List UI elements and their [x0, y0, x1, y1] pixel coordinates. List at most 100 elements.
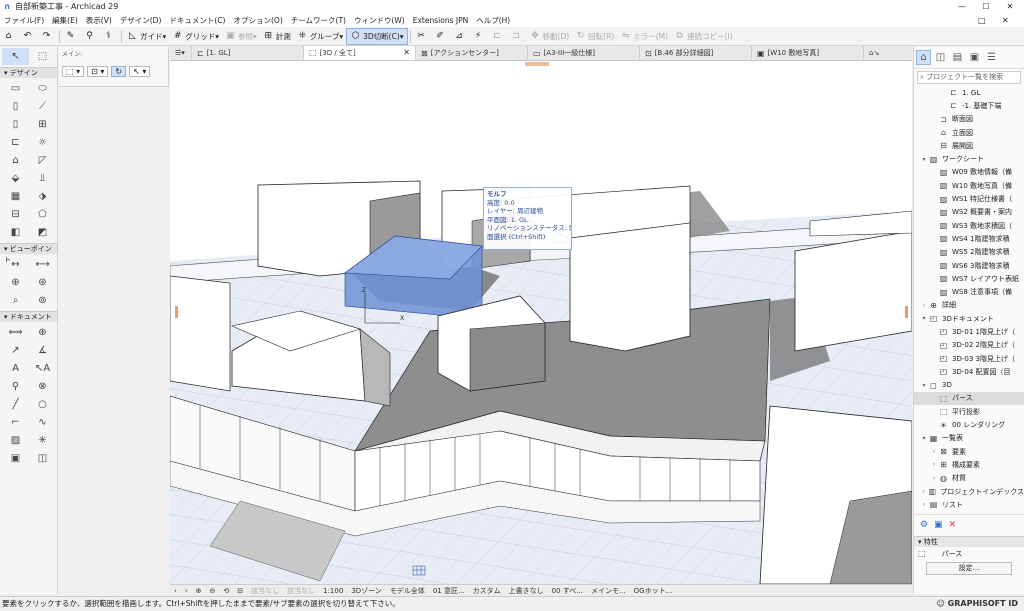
menu-view[interactable]: 表示(V) — [82, 15, 116, 26]
redo-button[interactable]: ↷ — [38, 28, 57, 45]
figure-tool[interactable]: ▣ — [2, 450, 29, 467]
fill-tool[interactable]: ▨ — [2, 432, 29, 449]
reference-button[interactable]: ▣ 参照 ▾ — [222, 28, 260, 45]
tree-item[interactable]: ☀ 00 レンダリング — [914, 418, 1024, 431]
tree-item[interactable]: ▨ WS3 敷地求積図（ — [914, 219, 1024, 232]
zoom-previous-icon[interactable]: ⊟ — [233, 587, 247, 595]
expand-arrow-icon[interactable]: ▾ — [920, 315, 928, 322]
skylight-tool[interactable]: ◩ — [29, 224, 56, 241]
pick-up-button[interactable]: ✎ — [62, 28, 81, 45]
stair-tool[interactable]: ⊏ — [2, 134, 29, 151]
marquee-tool[interactable]: ⬚ — [29, 48, 56, 65]
tree-item[interactable]: ⊐ 断面図 — [914, 113, 1024, 126]
tree-item[interactable]: ▨ W09 敷地情報（備 — [914, 166, 1024, 179]
shell-tool[interactable]: ◸ — [29, 152, 56, 169]
mirror-button[interactable]: ⇋ ミラー(M) — [617, 28, 671, 45]
offset-button[interactable]: ⊿ — [451, 28, 470, 45]
scale-dropdown[interactable]: 1:100 — [319, 587, 347, 595]
3d-viewport[interactable]: Z X モルフ 高度: 0.0 レイヤー: 周辺建物 平面図: 1. GL リノ… — [170, 61, 912, 584]
expand-arrow-icon[interactable]: ▾ — [920, 435, 928, 442]
settings-gear-icon[interactable]: ⚙ — [920, 520, 928, 530]
viewpoint-section-header[interactable]: ▾ ビューポイント — [0, 243, 57, 264]
tree-item[interactable]: ▨ WS1 特記仕様書（ — [914, 192, 1024, 205]
tree-item[interactable]: › ◍ 材質 — [914, 472, 1024, 485]
tree-item[interactable]: ▨ WS2 概要書・案内 — [914, 206, 1024, 219]
menu-window[interactable]: ウィンドウ(W) — [350, 15, 409, 26]
pointer-dropdown[interactable]: ↖ ▾ — [129, 66, 151, 77]
tree-item[interactable]: ▾ ▨ ワークシート — [914, 152, 1024, 165]
section-tool[interactable]: ↔ — [2, 256, 29, 273]
properties-header[interactable]: ▾ 特性 — [914, 535, 1024, 547]
tab-3d[interactable]: ⬚ [3D / 全て] ✕ — [304, 46, 416, 60]
restore-icon[interactable]: □ — [974, 16, 990, 25]
tab-detail[interactable]: ⊡ [B.46 部分詳細図] — [640, 46, 752, 60]
tree-item[interactable]: ◰ 3D-03 3階見上げ（ — [914, 352, 1024, 365]
zone-dropdown[interactable]: 3Dゾーン — [347, 586, 386, 596]
graphisoft-id-button[interactable]: ☺ GRAPHISOFT ID — [937, 597, 1018, 611]
tree-item[interactable]: › ▤ リスト — [914, 498, 1024, 511]
view-map-button[interactable]: ◫ — [933, 50, 948, 65]
tree-item[interactable]: ▾ ▦ 一覧表 — [914, 432, 1024, 445]
expand-arrow-icon[interactable]: › — [920, 501, 928, 508]
tree-item[interactable]: ▨ WS4 1階建物求積 — [914, 232, 1024, 245]
curtainwall-tool[interactable]: ▦ — [2, 188, 29, 205]
arrow-tool[interactable]: ↖ — [2, 48, 29, 65]
worksheet-tool[interactable]: ⊛ — [29, 274, 56, 291]
structure-display-dropdown[interactable]: メインモ... — [587, 586, 630, 596]
grid-element-tool[interactable]: ⊗ — [29, 378, 56, 395]
top-edge-handle[interactable] — [525, 62, 549, 66]
tab-overflow[interactable]: ⌂↘ — [864, 46, 902, 60]
expand-arrow-icon[interactable]: › — [930, 461, 938, 468]
menu-file[interactable]: ファイル(F) — [0, 15, 48, 26]
lamp-tool[interactable]: ☼ — [29, 134, 56, 151]
level-dimension-tool[interactable]: ⊕ — [29, 324, 56, 341]
label-tool[interactable]: ↖A — [29, 360, 56, 377]
inject-button[interactable]: ⚕ — [100, 28, 119, 45]
navigator-menu-button[interactable]: ☰ — [984, 50, 999, 65]
change-tool[interactable]: ⊚ — [29, 292, 56, 309]
intersect-button[interactable]: ⊐ — [508, 28, 527, 45]
group-button[interactable]: ⁜ グループ ▾ — [294, 28, 346, 45]
tab-layout[interactable]: ▭ [A3-III一級仕様] — [528, 46, 640, 60]
marquee-mode-dropdown[interactable]: ⊡ ▾ — [87, 66, 109, 77]
menu-edit[interactable]: 編集(E) — [48, 15, 82, 26]
close-button[interactable]: ✕ — [998, 0, 1022, 13]
tree-item[interactable]: ⌂ 立面図 — [914, 126, 1024, 139]
design-section-header[interactable]: ▾ デザイン — [0, 67, 57, 78]
trim-button[interactable]: ✂ — [413, 28, 432, 45]
right-edge-handle[interactable] — [905, 306, 908, 318]
override-dropdown[interactable]: 上書きなし — [505, 586, 548, 596]
menu-teamwork[interactable]: チームワーク(T) — [287, 15, 350, 26]
nav-left-icon[interactable]: ‹ — [170, 587, 181, 595]
adjust-button[interactable]: ⊏ — [489, 28, 508, 45]
opening-tool[interactable]: ◧ — [2, 224, 29, 241]
door-tool[interactable]: ▯ — [2, 116, 29, 133]
menu-extensions[interactable]: Extensions JPN — [409, 16, 472, 25]
tree-item[interactable]: ▨ WS5 2階建物求積 — [914, 246, 1024, 259]
undo-button[interactable]: ↶ — [19, 28, 38, 45]
tree-item[interactable]: ⊏ -1. 基礎下端 — [914, 99, 1024, 112]
publisher-button[interactable]: ▣ — [967, 50, 982, 65]
text-tool[interactable]: A — [2, 360, 29, 377]
layer-combination-dropdown[interactable]: 00 すべ... — [548, 586, 587, 596]
tree-item[interactable]: ▨ WS8 注意事項（備 — [914, 285, 1024, 298]
tree-item[interactable]: › ▥ プロジェクトインデックス — [914, 485, 1024, 498]
document-section-header[interactable]: ▾ ドキュメント — [0, 311, 57, 322]
3d-model-canvas[interactable]: Z X — [170, 61, 912, 584]
object-tool[interactable]: ⬗ — [29, 188, 56, 205]
tree-item[interactable]: › ⊕ 詳細 — [914, 299, 1024, 312]
renovation-dropdown[interactable]: 01 意匠... — [429, 586, 469, 596]
zoom-in-icon[interactable]: ⊕ — [192, 587, 206, 595]
move-button[interactable]: ✥ 移動(D) — [527, 28, 573, 45]
maximize-button[interactable]: ☐ — [974, 0, 998, 13]
spline-tool[interactable]: ∿ — [29, 414, 56, 431]
menu-design[interactable]: デザイン(D) — [116, 15, 166, 26]
detail-tool[interactable]: ⌕ — [2, 292, 29, 309]
polyline-tool[interactable]: ⌐ — [2, 414, 29, 431]
guide-button[interactable]: ◺ ガイド ▾ — [124, 28, 169, 45]
redo-zoom-button[interactable]: 該当なし — [283, 586, 319, 596]
eyedropper-button[interactable]: ⚲ — [81, 28, 100, 45]
orbit-icon[interactable]: ⟲ — [219, 587, 233, 595]
tree-item[interactable]: ▾ ◻ 3D — [914, 379, 1024, 392]
project-search-input[interactable]: ⌕ プロジェクト一覧を検索 — [917, 71, 1021, 84]
